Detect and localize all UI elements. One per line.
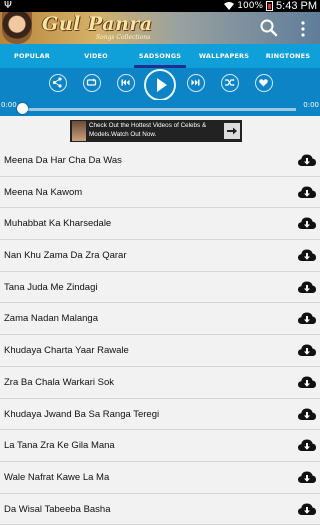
song-title: Khudaya Jwand Ba Sa Ranga Teregi [4,408,160,420]
cloud-download-icon[interactable] [297,469,317,485]
song-title: Nan Khu Zama Da Zra Qarar [4,250,127,262]
song-title: Zama Nadan Malanga [4,313,98,325]
seek-bar-area: 0:00 0:00 [0,100,320,116]
share-button[interactable] [49,74,67,92]
song-title: Khudaya Charta Yaar Rawale [4,345,129,357]
ad-image [72,121,86,141]
cloud-download-icon[interactable] [297,374,317,390]
ad-banner[interactable]: Check Out the Hottest Videos of Celebs &… [70,120,242,142]
repeat-button[interactable] [83,74,101,92]
wifi-icon [224,1,235,10]
status-right: 100% 5:43 PM [224,0,317,12]
song-row[interactable]: Zra Ba Chala Warkari Sok [0,367,320,399]
song-row[interactable]: Khudaya Charta Yaar Rawale [0,335,320,367]
next-button[interactable] [187,74,205,92]
tab-wallpapers[interactable]: WALLPAPERS [192,44,256,68]
artist-avatar [2,12,32,44]
song-title: Da Wisal Tabeeba Basha [4,503,111,515]
cloud-download-icon[interactable] [297,215,317,231]
next-icon [191,79,200,86]
song-title: La Tana Zra Ke Gila Mana [4,440,115,452]
song-list: Meena Da Har Cha Da Was Meena Na Kawom Muh… [0,145,320,525]
app-title: Gul Panra [42,13,153,35]
heart-icon [259,79,268,87]
repeat-icon [86,78,97,86]
elapsed-time: 0:00 [1,101,17,109]
song-row[interactable]: Meena Da Har Cha Da Was [0,145,320,177]
song-title: Muhabbat Ka Kharsedale [4,218,112,230]
favorite-button[interactable] [255,74,273,92]
tab-ringtones[interactable]: RINGTONES [256,44,320,68]
cloud-download-icon[interactable] [297,184,317,200]
ad-open-button[interactable] [224,123,240,139]
usb-icon: Ψ [4,0,12,11]
tab-bar: POPULAR VIDEO SADSONGS WALLPAPERS RINGTO… [0,44,320,68]
song-row[interactable]: Nan Khu Zama Da Zra Qarar [0,240,320,272]
tab-popular[interactable]: POPULAR [0,44,64,68]
song-row[interactable]: Tana Juda Me Zindagi [0,272,320,304]
cloud-download-icon[interactable] [297,501,317,517]
player-controls [0,68,320,101]
song-title: Meena Na Kawom [4,186,83,198]
song-row[interactable]: Da Wisal Tabeeba Basha [0,494,320,525]
cloud-download-icon[interactable] [297,152,317,168]
song-title: Meena Da Har Cha Da Was [4,155,122,166]
battery-percent: 100% [237,1,264,11]
seek-thumb[interactable] [17,103,28,114]
song-row[interactable]: La Tana Zra Ke Gila Mana [0,430,320,462]
share-icon [52,77,62,88]
previous-button[interactable] [117,74,135,92]
total-time: 0:00 [303,101,319,109]
tab-video[interactable]: VIDEO [64,44,128,68]
cloud-download-icon[interactable] [297,247,317,263]
shuffle-icon [225,78,235,87]
play-icon [157,78,167,92]
song-row[interactable]: Wale Nafrat Kawe La Ma [0,462,320,494]
song-row[interactable]: Khudaya Jwand Ba Sa Ranga Teregi [0,399,320,431]
app-subtitle: Songs Collections [96,34,151,41]
seek-track[interactable] [22,108,296,111]
overflow-menu-icon[interactable] [298,19,308,39]
search-icon[interactable] [259,18,279,38]
song-row[interactable]: Zama Nadan Malanga [0,303,320,336]
cloud-download-icon[interactable] [297,437,317,453]
previous-icon [121,79,130,86]
cloud-download-icon[interactable] [297,310,317,326]
song-title: Tana Juda Me Zindagi [4,281,98,293]
battery-icon [266,1,274,11]
status-bar: Ψ 100% 5:43 PM [0,0,320,12]
cloud-download-icon[interactable] [297,279,317,295]
song-title: Zra Ba Chala Warkari Sok [4,376,114,388]
cloud-download-icon[interactable] [297,406,317,422]
arrow-right-icon [227,127,237,135]
cloud-download-icon[interactable] [297,342,317,358]
clock: 5:43 PM [276,0,317,12]
ad-text: Check Out the Hottest Videos of Celebs &… [89,122,207,138]
shuffle-button[interactable] [221,74,239,92]
song-row[interactable]: Meena Na Kawom [0,177,320,209]
song-title: Wale Nafrat Kawe La Ma [4,471,110,483]
tab-sadsongs[interactable]: SADSONGS [128,44,192,68]
song-row[interactable]: Muhabbat Ka Kharsedale [0,208,320,241]
play-button[interactable] [144,69,176,101]
app-header: Gul Panra Songs Collections [0,12,320,44]
